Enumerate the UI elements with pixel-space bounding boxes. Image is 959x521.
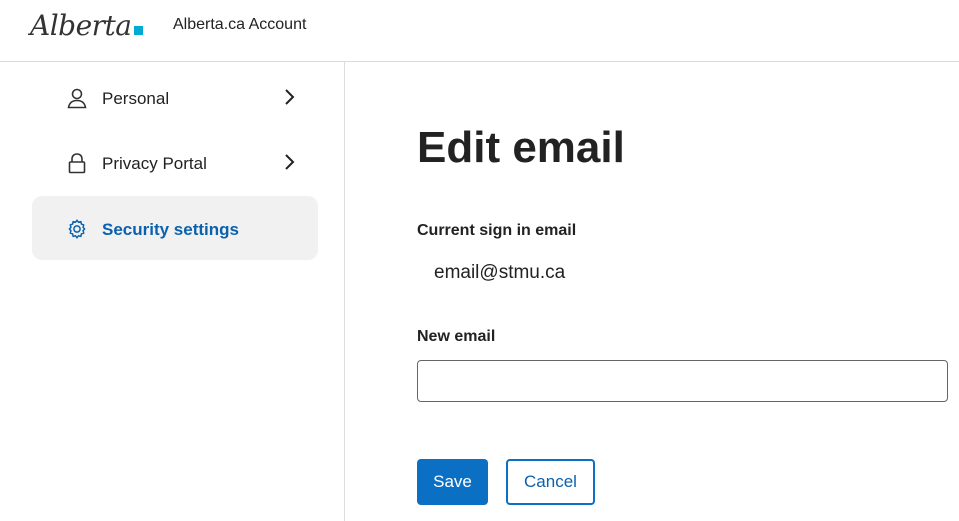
logo-accent-square [133, 26, 143, 35]
new-email-input[interactable] [417, 360, 948, 402]
lock-icon [68, 153, 86, 174]
logo-wordmark: Alberta [30, 9, 132, 42]
sidebar-item-label: Privacy Portal [102, 154, 207, 173]
current-email-label: Current sign in email [417, 222, 577, 239]
save-button[interactable]: Save [417, 459, 488, 505]
sidebar-item-label: Personal [102, 89, 170, 108]
app-header: Alberta Alberta.ca Account [0, 0, 959, 62]
alberta-logo[interactable]: Alberta [30, 6, 143, 46]
sidebar-item-privacy-portal[interactable]: Privacy Portal [32, 130, 318, 194]
cancel-button[interactable]: Cancel [506, 459, 595, 505]
new-email-label: New email [417, 328, 496, 345]
sidebar-item-security-settings[interactable]: Security settings [32, 196, 318, 260]
gear-icon [68, 219, 86, 239]
sidebar-nav: Personal Privacy Portal Security setting… [0, 62, 345, 521]
sidebar-item-personal[interactable]: Personal [32, 65, 318, 129]
app-title: Alberta.ca Account [173, 16, 307, 33]
sidebar-item-label: Security settings [102, 220, 239, 239]
chevron-right-icon [285, 154, 295, 170]
page-title: Edit email [417, 123, 625, 172]
current-email-value: email@stmu.ca [434, 262, 566, 283]
user-icon [67, 88, 87, 109]
chevron-right-icon [285, 89, 295, 105]
